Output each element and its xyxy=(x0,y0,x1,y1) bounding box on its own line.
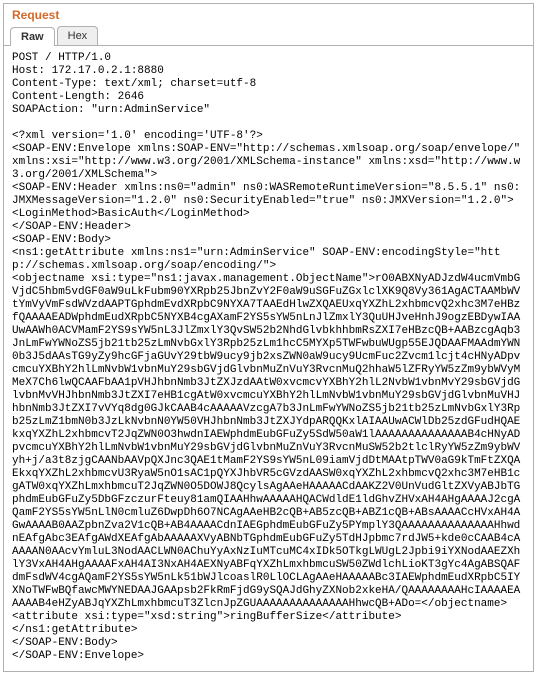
request-body-area: POST / HTTP/1.0 Host: 172.17.0.2.1:8880 … xyxy=(4,46,533,671)
panel-title: Request xyxy=(4,4,533,22)
tab-hex[interactable]: Hex xyxy=(57,26,99,45)
tab-raw[interactable]: Raw xyxy=(10,27,55,46)
raw-request-text[interactable]: POST / HTTP/1.0 Host: 172.17.0.2.1:8880 … xyxy=(12,52,525,663)
tab-bar: Raw Hex xyxy=(4,22,533,46)
request-panel: Request Raw Hex POST / HTTP/1.0 Host: 17… xyxy=(3,3,534,672)
